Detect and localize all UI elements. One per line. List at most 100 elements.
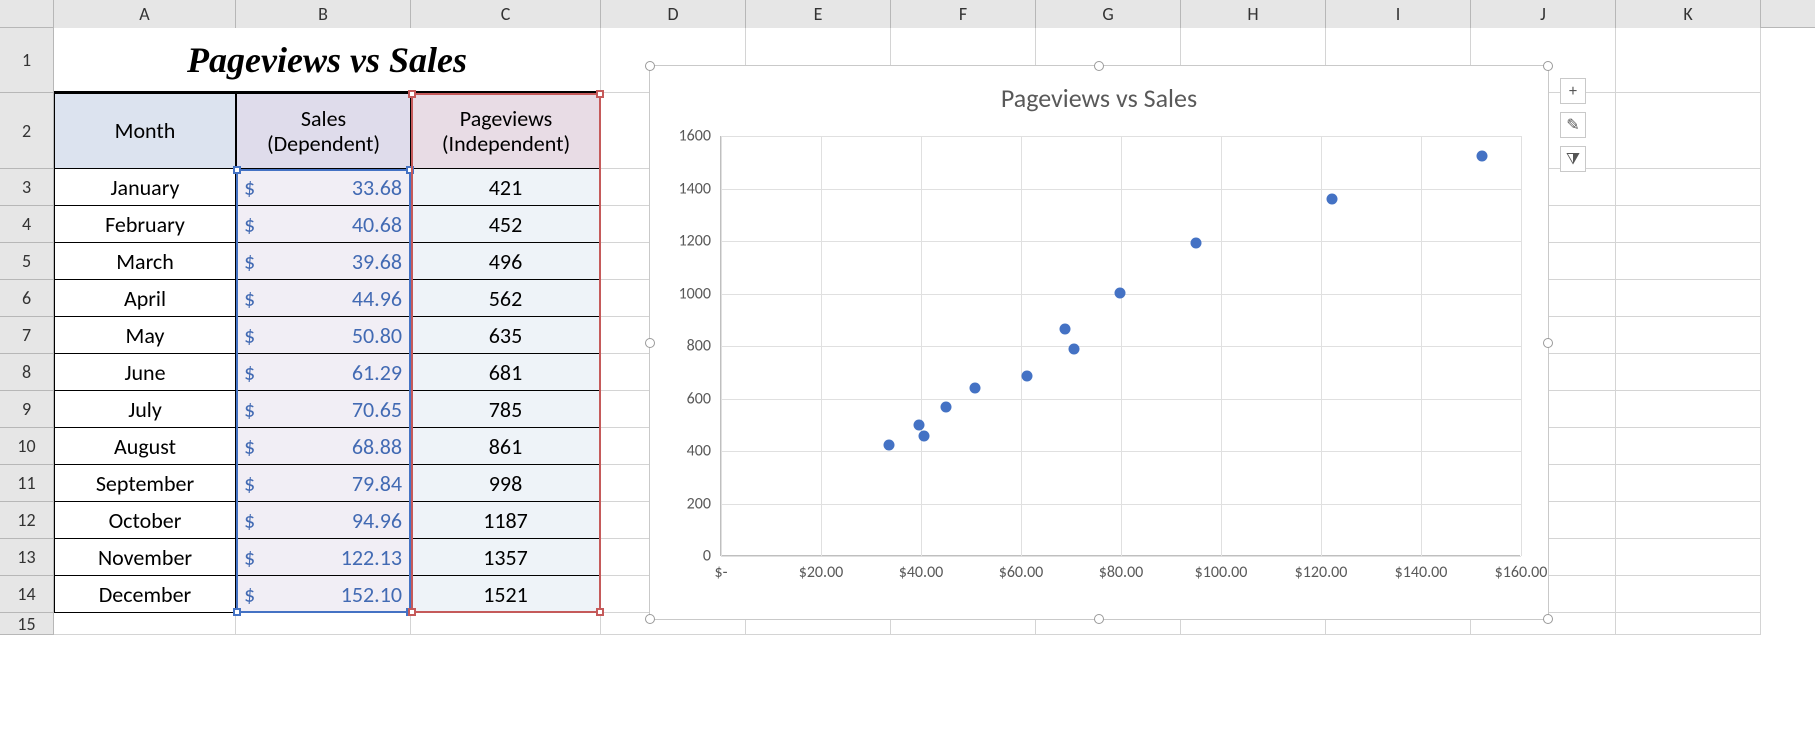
cell-sales[interactable]: $70.65: [236, 391, 411, 428]
cell-K12[interactable]: [1616, 502, 1761, 539]
cell-K4[interactable]: [1616, 206, 1761, 243]
cell-month[interactable]: September: [54, 465, 236, 502]
cell-sales[interactable]: $39.68: [236, 243, 411, 280]
cell-month[interactable]: January: [54, 169, 236, 206]
row-header-1[interactable]: 1: [0, 28, 54, 93]
data-point[interactable]: [1476, 150, 1487, 161]
data-point[interactable]: [884, 439, 895, 450]
cell-B15[interactable]: [236, 613, 411, 635]
cell-pageviews[interactable]: 681: [411, 354, 601, 391]
cell-month[interactable]: October: [54, 502, 236, 539]
cell-pageviews[interactable]: 861: [411, 428, 601, 465]
cell-K15[interactable]: [1616, 613, 1761, 635]
cell-sales[interactable]: $94.96: [236, 502, 411, 539]
cell-month[interactable]: June: [54, 354, 236, 391]
cell-K2[interactable]: [1616, 93, 1761, 169]
cell-month[interactable]: April: [54, 280, 236, 317]
chart-title[interactable]: Pageviews vs Sales: [650, 66, 1548, 122]
cell-sales[interactable]: $33.68: [236, 169, 411, 206]
cell-month[interactable]: February: [54, 206, 236, 243]
cell-pageviews[interactable]: 1357: [411, 539, 601, 576]
cell-sales[interactable]: $79.84: [236, 465, 411, 502]
select-all-corner[interactable]: [0, 0, 54, 28]
cell-month[interactable]: March: [54, 243, 236, 280]
row-header-7[interactable]: 7: [0, 317, 54, 354]
data-point[interactable]: [1022, 371, 1033, 382]
chart-filters-button[interactable]: ⧩: [1560, 146, 1586, 172]
cell-K3[interactable]: [1616, 169, 1761, 206]
col-header-F[interactable]: F: [891, 0, 1036, 28]
page-title[interactable]: Pageviews vs Sales: [54, 28, 601, 93]
row-header-15[interactable]: 15: [0, 613, 54, 635]
cell-A15[interactable]: [54, 613, 236, 635]
cell-pageviews[interactable]: 998: [411, 465, 601, 502]
col-header-C[interactable]: C: [411, 0, 601, 28]
cell-pageviews[interactable]: 421: [411, 169, 601, 206]
cell-sales[interactable]: $40.68: [236, 206, 411, 243]
col-header-B[interactable]: B: [236, 0, 411, 28]
cell-sales[interactable]: $122.13: [236, 539, 411, 576]
col-header-K[interactable]: K: [1616, 0, 1761, 28]
cell-K14[interactable]: [1616, 576, 1761, 613]
row-header-12[interactable]: 12: [0, 502, 54, 539]
cell-pageviews[interactable]: 1187: [411, 502, 601, 539]
row-header-10[interactable]: 10: [0, 428, 54, 465]
cell-pageviews[interactable]: 496: [411, 243, 601, 280]
data-point[interactable]: [940, 402, 951, 413]
col-header-E[interactable]: E: [746, 0, 891, 28]
data-point[interactable]: [914, 419, 925, 430]
header-cell-pageviews[interactable]: Pageviews(Independent): [411, 93, 601, 169]
cell-month[interactable]: December: [54, 576, 236, 613]
cell-sales[interactable]: $50.80: [236, 317, 411, 354]
cell-pageviews[interactable]: 785: [411, 391, 601, 428]
cell-month[interactable]: May: [54, 317, 236, 354]
row-header-13[interactable]: 13: [0, 539, 54, 576]
data-point[interactable]: [970, 383, 981, 394]
row-header-9[interactable]: 9: [0, 391, 54, 428]
row-header-4[interactable]: 4: [0, 206, 54, 243]
row-header-14[interactable]: 14: [0, 576, 54, 613]
cell-pageviews[interactable]: 635: [411, 317, 601, 354]
cell-sales[interactable]: $61.29: [236, 354, 411, 391]
cell-sales[interactable]: $152.10: [236, 576, 411, 613]
row-header-11[interactable]: 11: [0, 465, 54, 502]
data-point[interactable]: [1326, 193, 1337, 204]
row-header-8[interactable]: 8: [0, 354, 54, 391]
cell-sales[interactable]: $44.96: [236, 280, 411, 317]
data-point[interactable]: [919, 431, 930, 442]
cell-pageviews[interactable]: 452: [411, 206, 601, 243]
data-point[interactable]: [1115, 288, 1126, 299]
col-header-I[interactable]: I: [1326, 0, 1471, 28]
header-cell-sales[interactable]: Sales(Dependent): [236, 93, 411, 169]
cell-K8[interactable]: [1616, 354, 1761, 391]
row-header-2[interactable]: 2: [0, 93, 54, 169]
cell-C15[interactable]: [411, 613, 601, 635]
cell-K5[interactable]: [1616, 243, 1761, 280]
cell-K6[interactable]: [1616, 280, 1761, 317]
chart-elements-button[interactable]: +: [1560, 78, 1586, 104]
cell-K11[interactable]: [1616, 465, 1761, 502]
cell-month[interactable]: November: [54, 539, 236, 576]
data-point[interactable]: [1069, 343, 1080, 354]
cell-K13[interactable]: [1616, 539, 1761, 576]
cell-month[interactable]: August: [54, 428, 236, 465]
col-header-J[interactable]: J: [1471, 0, 1616, 28]
col-header-H[interactable]: H: [1181, 0, 1326, 28]
row-header-5[interactable]: 5: [0, 243, 54, 280]
chart-plot-area[interactable]: 02004006008001000120014001600$-$20.00$40…: [720, 136, 1520, 556]
header-cell-month[interactable]: Month: [54, 93, 236, 169]
col-header-G[interactable]: G: [1036, 0, 1181, 28]
data-point[interactable]: [1060, 324, 1071, 335]
col-header-D[interactable]: D: [601, 0, 746, 28]
row-header-3[interactable]: 3: [0, 169, 54, 206]
col-header-A[interactable]: A: [54, 0, 236, 28]
cell-K7[interactable]: [1616, 317, 1761, 354]
chart-styles-button[interactable]: ✎: [1560, 112, 1586, 138]
cell-K10[interactable]: [1616, 428, 1761, 465]
cell-sales[interactable]: $68.88: [236, 428, 411, 465]
cell-pageviews[interactable]: 562: [411, 280, 601, 317]
row-header-6[interactable]: 6: [0, 280, 54, 317]
cell-K9[interactable]: [1616, 391, 1761, 428]
cell-K1[interactable]: [1616, 28, 1761, 93]
chart-object[interactable]: Pageviews vs Sales 020040060080010001200…: [649, 65, 1549, 620]
